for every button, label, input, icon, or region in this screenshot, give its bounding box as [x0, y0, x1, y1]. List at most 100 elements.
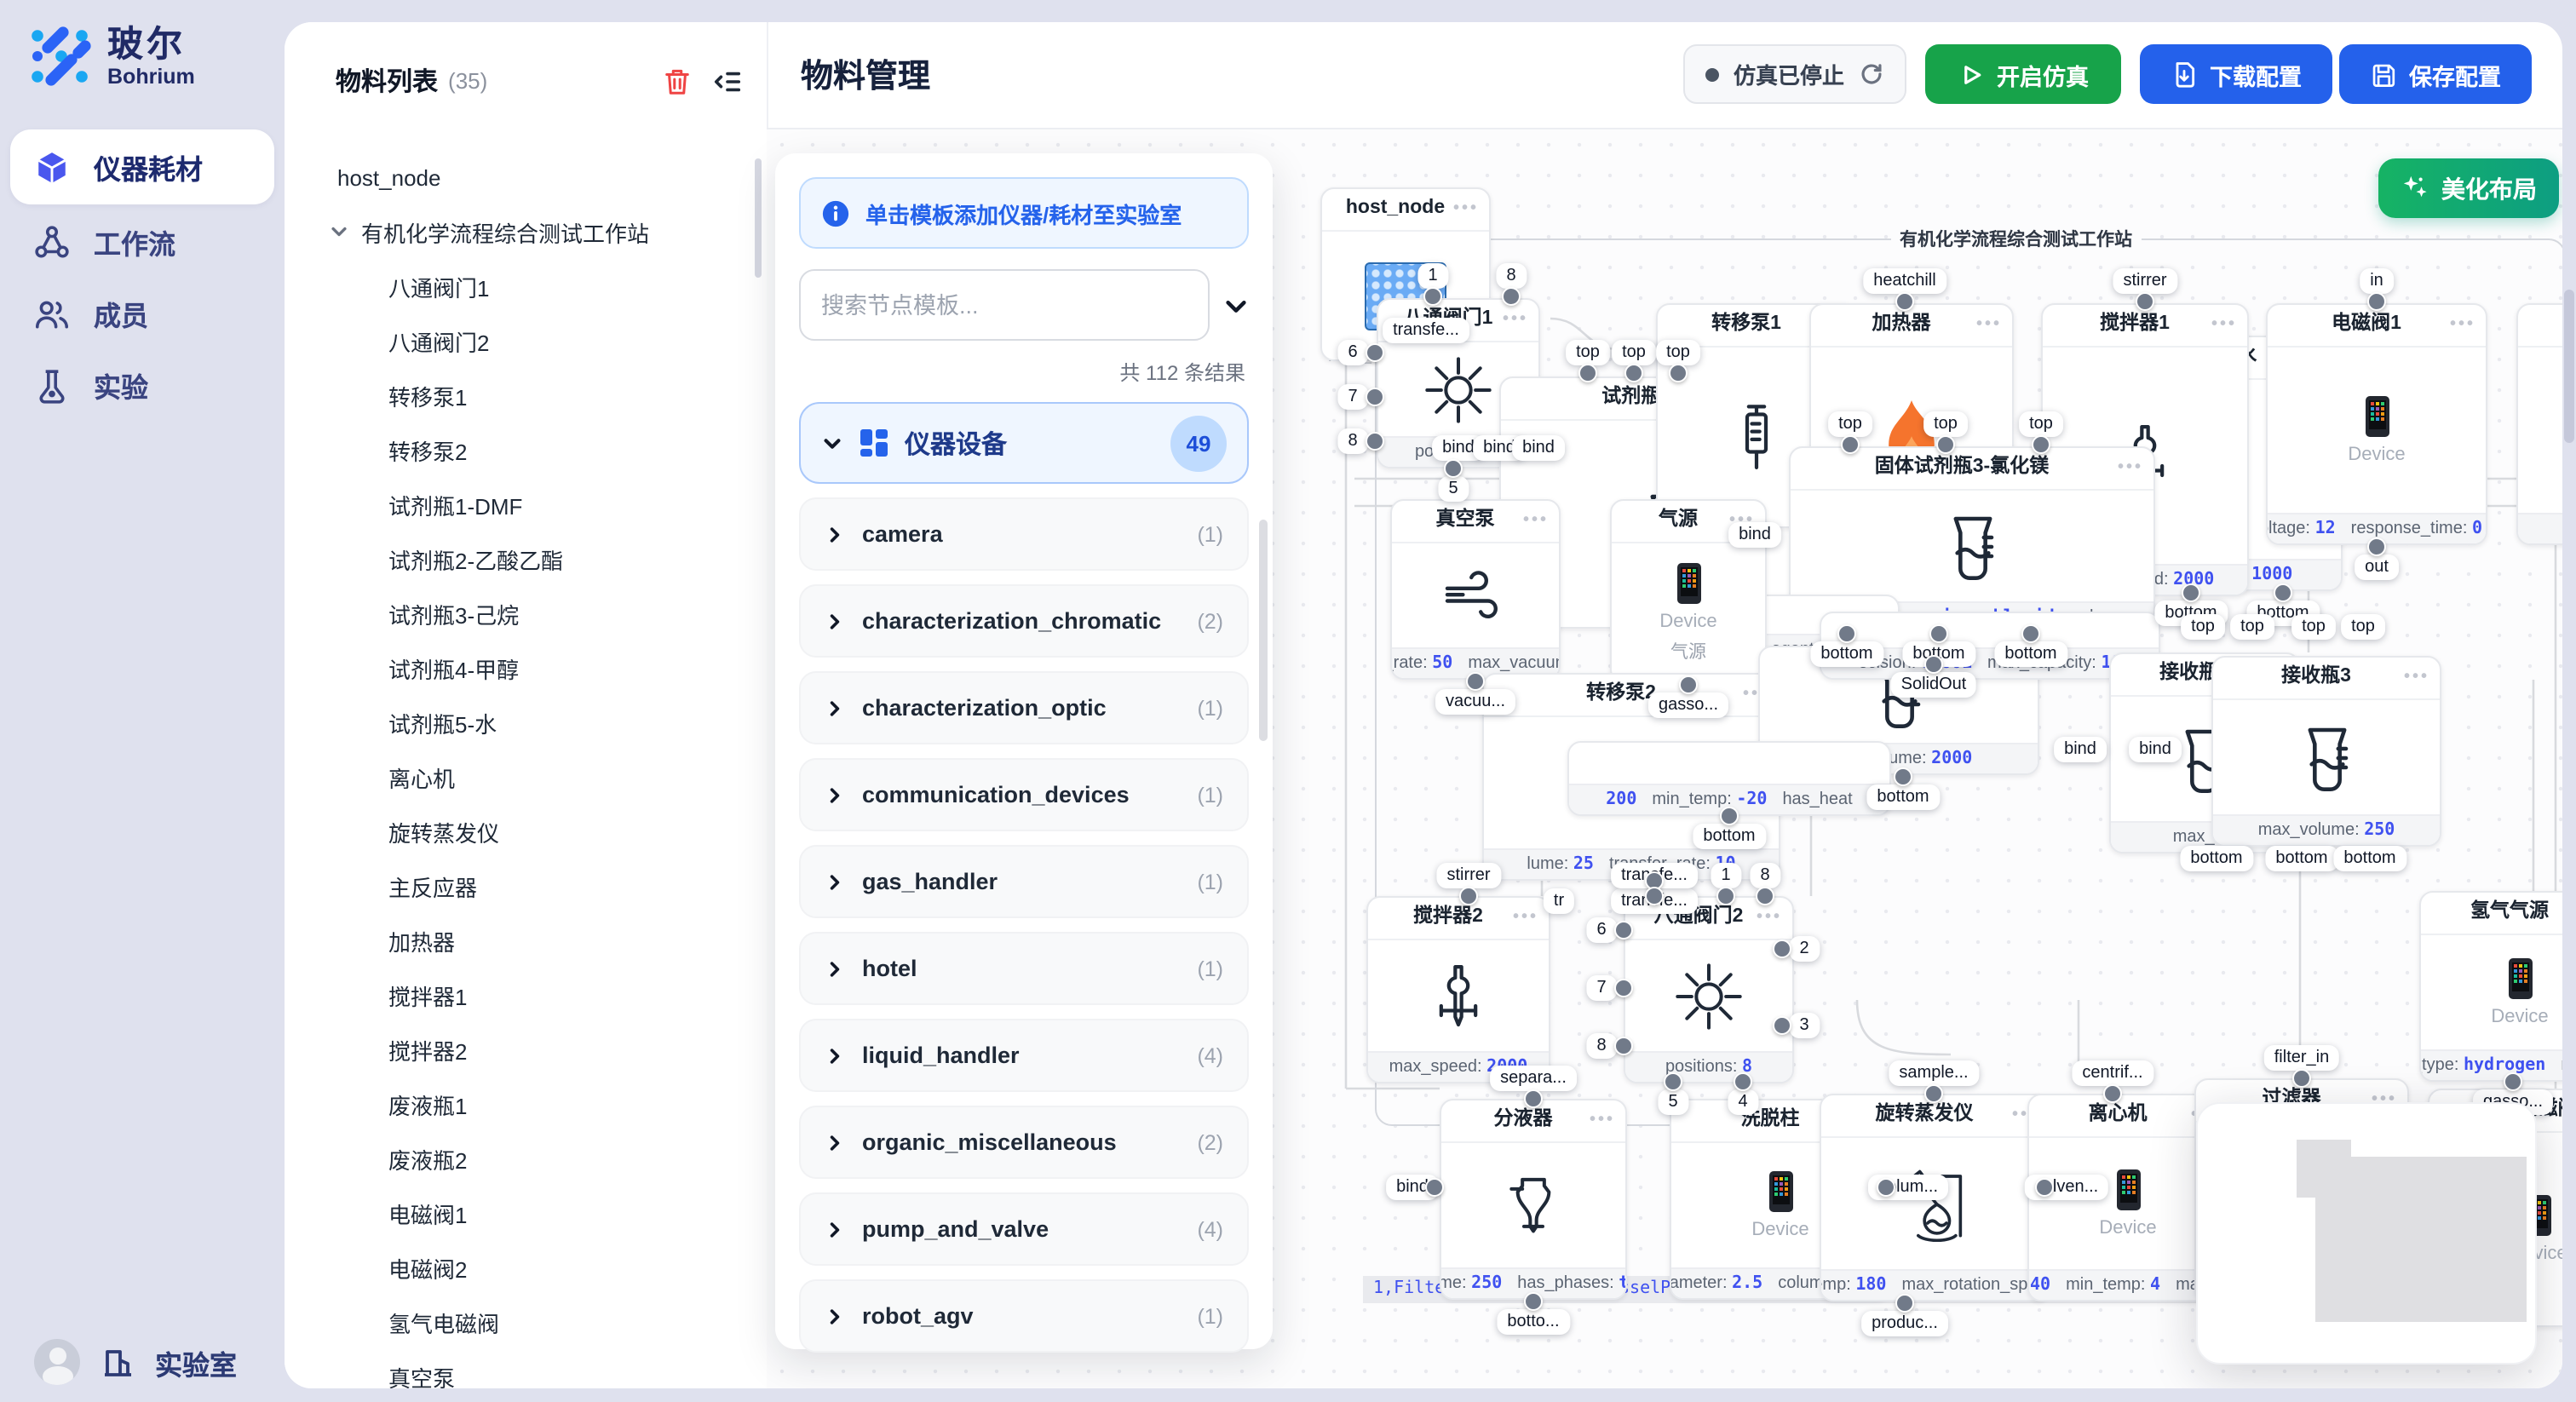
port-handle[interactable]: [1895, 1294, 1914, 1313]
port-handle[interactable]: [1578, 364, 1597, 382]
port-handle[interactable]: [1614, 1037, 1633, 1055]
port-bottom[interactable]: bottom: [2333, 846, 2406, 871]
port-handle[interactable]: [1894, 767, 1912, 786]
port-handle[interactable]: [1895, 292, 1914, 311]
port-1[interactable]: 1: [1417, 263, 1447, 289]
port-handle[interactable]: [2103, 1084, 2122, 1103]
port-handle[interactable]: [2021, 624, 2040, 643]
port-handle[interactable]: [1502, 287, 1521, 306]
port-bottom[interactable]: bottom: [1693, 824, 1765, 849]
port-handle[interactable]: [1773, 1016, 1791, 1035]
port-8[interactable]: 8: [1750, 863, 1780, 888]
port-handle[interactable]: [2367, 537, 2386, 556]
port-6[interactable]: 6: [1337, 340, 1367, 365]
port-top[interactable]: top: [2181, 614, 2225, 640]
node-menu-icon[interactable]: •••: [1513, 898, 1538, 937]
node-menu-icon[interactable]: •••: [1503, 300, 1528, 339]
port-bind[interactable]: bind: [1512, 435, 1565, 461]
port-handle[interactable]: [1924, 655, 1943, 674]
port-top[interactable]: top: [2341, 614, 2385, 640]
port-handle[interactable]: [1524, 1292, 1543, 1311]
port-handle[interactable]: [1524, 1089, 1543, 1108]
port-3[interactable]: 3: [1789, 1013, 1819, 1038]
tree-item[interactable]: 转移泵1: [285, 368, 756, 422]
node-接收瓶3[interactable]: 接收瓶3•••max_volume: 250: [2211, 656, 2441, 847]
port-top[interactable]: top: [1612, 340, 1656, 365]
tree-item[interactable]: 试剂瓶5-水: [285, 695, 756, 750]
port-bottom[interactable]: bottom: [2265, 846, 2337, 871]
port-handle[interactable]: [1773, 939, 1791, 958]
category-camera[interactable]: camera(1): [799, 497, 1249, 571]
node-menu-icon[interactable]: •••: [2211, 305, 2237, 344]
node-menu-icon[interactable]: •••: [1976, 305, 2002, 344]
port-5[interactable]: 5: [1438, 476, 1468, 502]
tree-item[interactable]: 试剂瓶4-甲醇: [285, 641, 756, 695]
category-robot_agv[interactable]: robot_agv(1): [799, 1279, 1249, 1353]
port-handle[interactable]: [1366, 343, 1384, 362]
download-config-button[interactable]: 下载配置: [2140, 44, 2332, 104]
port-8[interactable]: 8: [1496, 263, 1526, 289]
tree-item[interactable]: 有机化学流程综合测试工作站: [285, 204, 756, 259]
collapse-panel-icon[interactable]: [712, 66, 743, 96]
material-scrollbar[interactable]: [755, 158, 762, 278]
port-bottom[interactable]: bottom: [2180, 846, 2252, 871]
port-handle[interactable]: [2032, 435, 2050, 454]
port-SolidOut[interactable]: SolidOut: [1891, 672, 1977, 698]
port-bind[interactable]: bind: [1728, 522, 1781, 548]
beautify-layout-button[interactable]: 美化布局: [2378, 158, 2559, 218]
node-真空泵[interactable]: 真空泵•••pump_rate: 50max_vacuum: 0.1: [1390, 499, 1561, 680]
template-scrollbar[interactable]: [1259, 520, 1268, 741]
port-top[interactable]: top: [1656, 340, 1700, 365]
port-stirrer[interactable]: stirrer: [2113, 268, 2176, 294]
category-pump_and_valve[interactable]: pump_and_valve(4): [799, 1192, 1249, 1266]
port-handle[interactable]: [1366, 432, 1384, 451]
port-sample...[interactable]: sample...: [1889, 1060, 1978, 1086]
port-8[interactable]: 8: [1586, 1033, 1616, 1059]
port-produc...[interactable]: produc...: [1861, 1311, 1948, 1336]
port-handle[interactable]: [2136, 292, 2154, 311]
tree-item[interactable]: 加热器: [285, 913, 756, 968]
refresh-icon[interactable]: [1858, 61, 1883, 87]
port-7[interactable]: 7: [1337, 384, 1367, 410]
node-menu-icon[interactable]: •••: [1453, 189, 1479, 228]
minimap[interactable]: [2196, 1102, 2537, 1365]
port-out[interactable]: out: [2355, 554, 2399, 580]
tree-item[interactable]: 电磁阀2: [285, 1240, 756, 1295]
node-menu-icon[interactable]: •••: [1590, 1100, 1615, 1140]
port-handle[interactable]: [1444, 459, 1463, 478]
tree-item[interactable]: 离心机: [285, 750, 756, 804]
port-top[interactable]: top: [2291, 614, 2336, 640]
port-vacuu...[interactable]: vacuu...: [1435, 689, 1515, 715]
port-handle[interactable]: [2274, 583, 2292, 602]
node-电磁阀2[interactable]: 电磁阀2•••Devicevoltage: 12: [2516, 303, 2562, 545]
delete-all-button[interactable]: [663, 66, 692, 96]
port-handle[interactable]: [2182, 583, 2200, 602]
port-handle[interactable]: [1664, 1072, 1682, 1091]
port-separa...[interactable]: separa...: [1490, 1066, 1577, 1091]
port-top[interactable]: top: [1566, 340, 1610, 365]
port-handle[interactable]: [1366, 388, 1384, 406]
port-5[interactable]: 5: [1658, 1089, 1688, 1115]
port-gasso...[interactable]: gasso...: [1648, 692, 1728, 718]
chevron-down-icon[interactable]: [329, 221, 349, 242]
port-handle[interactable]: [1929, 624, 1948, 643]
port-handle[interactable]: [1669, 364, 1688, 382]
port-2[interactable]: 2: [1789, 936, 1819, 962]
port-top[interactable]: top: [1923, 411, 1968, 437]
port-bind[interactable]: bind: [2129, 737, 2182, 762]
port-1[interactable]: 1: [1711, 863, 1740, 888]
port-handle[interactable]: [1645, 887, 1664, 905]
port-handle[interactable]: [2035, 1178, 2054, 1197]
category-hotel[interactable]: hotel(1): [799, 932, 1249, 1005]
port-handle[interactable]: [1837, 624, 1856, 643]
port-handle[interactable]: [1841, 435, 1860, 454]
node-搅拌器2[interactable]: 搅拌器2•••max_speed: 2000: [1366, 896, 1550, 1083]
port-handle[interactable]: [1459, 887, 1478, 905]
port-in[interactable]: in: [2360, 268, 2394, 294]
port-bottom[interactable]: bottom: [1810, 641, 1883, 667]
tree-item[interactable]: 氢气电磁阀: [285, 1295, 756, 1349]
port-stirrer[interactable]: stirrer: [1436, 863, 1500, 888]
tree-item[interactable]: 旋转蒸发仪: [285, 804, 756, 859]
port-handle[interactable]: [1936, 435, 1955, 454]
tree-item[interactable]: 搅拌器1: [285, 968, 756, 1022]
